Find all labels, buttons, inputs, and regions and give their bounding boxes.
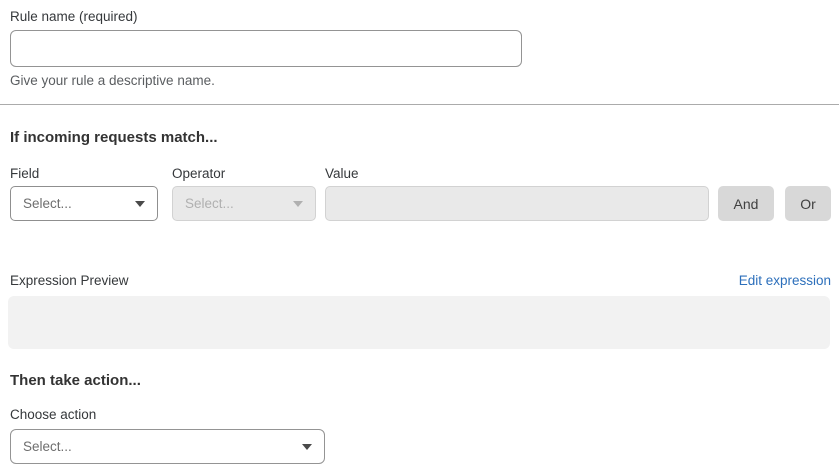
- value-input[interactable]: [325, 186, 709, 221]
- rule-name-label: Rule name (required): [10, 0, 831, 24]
- criteria-labels-row: Field Operator Value: [10, 166, 831, 181]
- edit-expression-link[interactable]: Edit expression: [739, 273, 831, 288]
- operator-select[interactable]: Select...: [172, 186, 316, 221]
- rule-name-input[interactable]: [10, 30, 522, 67]
- operator-label: Operator: [172, 166, 316, 181]
- choose-action-label: Choose action: [10, 407, 831, 422]
- field-select[interactable]: Select...: [10, 186, 158, 221]
- operator-select-value: Select...: [185, 196, 234, 211]
- chevron-down-icon: [135, 201, 145, 207]
- rule-name-section: Rule name (required) Give your rule a de…: [0, 0, 839, 88]
- and-button[interactable]: And: [718, 186, 774, 221]
- match-section-heading: If incoming requests match...: [10, 129, 831, 146]
- or-button[interactable]: Or: [785, 186, 831, 221]
- value-label: Value: [325, 166, 831, 181]
- criteria-controls-row: Select... Select... And Or: [10, 186, 831, 221]
- action-section-heading: Then take action...: [10, 372, 831, 389]
- value-field-wrap: [325, 186, 709, 221]
- action-select[interactable]: Select...: [10, 429, 325, 464]
- expression-preview-label: Expression Preview: [10, 273, 129, 288]
- expression-section: Expression Preview Edit expression: [0, 273, 839, 349]
- chevron-down-icon: [302, 444, 312, 450]
- expression-header: Expression Preview Edit expression: [0, 273, 839, 288]
- rule-builder-form: Rule name (required) Give your rule a de…: [0, 0, 839, 473]
- chevron-down-icon: [293, 201, 303, 207]
- field-select-value: Select...: [23, 196, 72, 211]
- match-section: If incoming requests match... Field Oper…: [0, 129, 839, 221]
- rule-name-helper-text: Give your rule a descriptive name.: [10, 73, 831, 88]
- field-label: Field: [10, 166, 158, 181]
- section-divider: [0, 104, 839, 105]
- action-select-value: Select...: [23, 439, 72, 454]
- action-select-wrap: Select...: [10, 429, 325, 464]
- expression-preview-box: [8, 296, 830, 349]
- action-section: Then take action... Choose action Select…: [0, 372, 839, 464]
